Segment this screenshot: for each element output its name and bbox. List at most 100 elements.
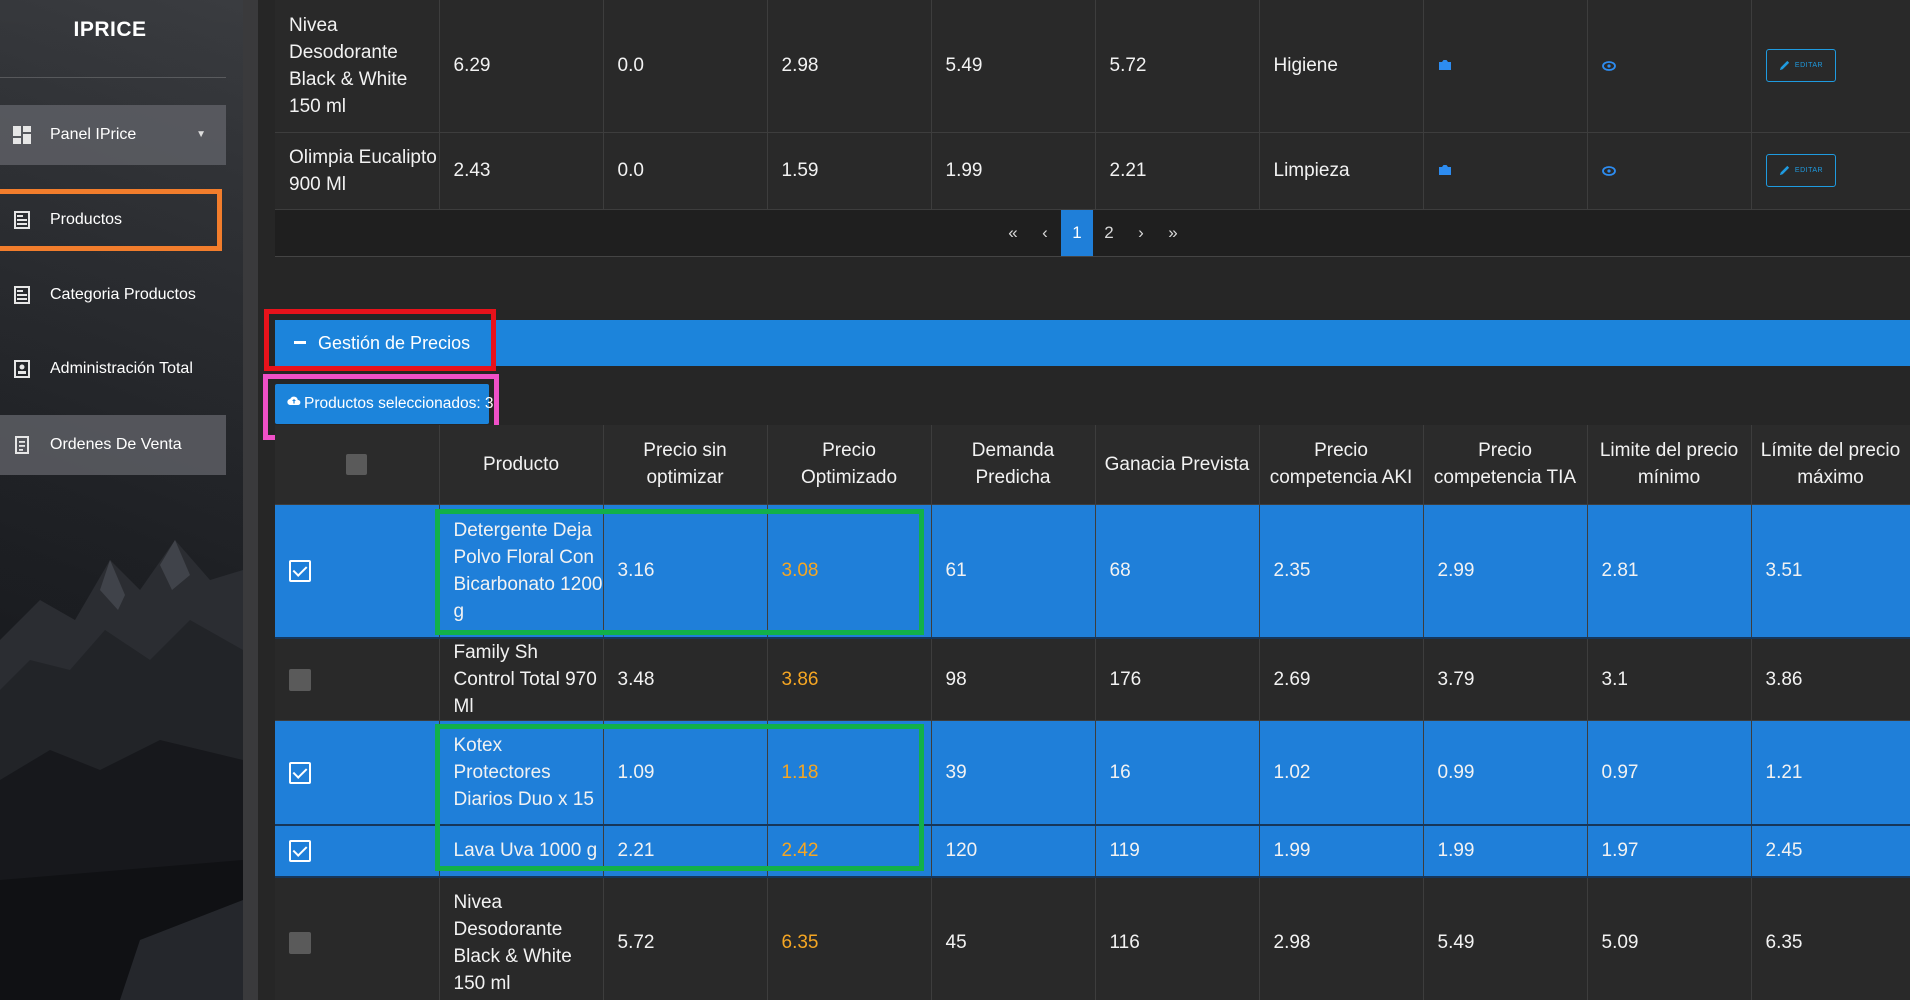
product-name: Family Sh Control Total 970 Ml <box>439 638 604 721</box>
table-cell: 3.48 <box>603 638 768 721</box>
last-page-button[interactable]: » <box>1157 210 1189 256</box>
table-cell: 3.1 <box>1587 638 1752 721</box>
table-cell: 2.43 <box>439 132 604 209</box>
sidebar-item-productos[interactable]: Productos <box>0 189 222 251</box>
table-cell: 5.09 <box>1587 876 1752 1000</box>
row-checkbox[interactable] <box>289 761 311 784</box>
select-all-checkbox[interactable] <box>346 454 368 476</box>
table-cell: 3.51 <box>1751 504 1910 638</box>
chevron-down-icon: ▼ <box>196 129 206 140</box>
table-cell: 1.21 <box>1751 720 1910 825</box>
column-header: Límite del precio máximo <box>1751 425 1910 504</box>
sidebar-item-administracion-total[interactable]: Administración Total <box>0 340 226 398</box>
table-row[interactable]: Nivea Desodorante Black & White 150 ml 5… <box>275 876 1910 1000</box>
table-cell: 2.99 <box>1423 504 1588 638</box>
column-header: Precio Optimizado <box>767 425 932 504</box>
column-header: Ganacia Prevista <box>1095 425 1260 504</box>
edit-button[interactable]: EDITAR <box>1765 154 1836 187</box>
column-header: Precio competencia AKI <box>1259 425 1424 504</box>
table-cell: 1.99 <box>931 132 1096 209</box>
first-page-button[interactable]: « <box>997 210 1029 256</box>
row-select-cell <box>275 824 440 877</box>
table-cell: 0.97 <box>1587 720 1752 825</box>
sidebar-gutter <box>243 0 258 1000</box>
pencil-icon <box>1779 165 1790 176</box>
sidebar-item-categoria-productos[interactable]: Categoria Productos <box>0 266 226 324</box>
table-cell: 3.86 <box>1751 638 1910 721</box>
edit-button-label: EDITAR <box>1794 62 1824 70</box>
table-row: Olimpia Eucalipto 900 Ml 2.43 0.0 1.59 1… <box>275 132 1910 209</box>
category-cell: Limpieza <box>1259 132 1424 209</box>
table-cell: 1.99 <box>1423 824 1588 877</box>
table-cell: 39 <box>931 720 1096 825</box>
gestion-precios-panel-header[interactable] <box>275 320 1910 366</box>
table-cell: 2.81 <box>1587 504 1752 638</box>
sidebar-item-ordenes-de-venta[interactable]: Ordenes De Venta <box>0 415 226 475</box>
edit-button[interactable]: EDITAR <box>1765 49 1836 83</box>
camera-icon[interactable] <box>1438 58 1452 75</box>
table-cell: 1.59 <box>767 132 932 209</box>
pagination: « ‹ 1 2 › » <box>997 210 1189 256</box>
camera-icon[interactable] <box>1438 163 1452 180</box>
row-checkbox[interactable] <box>289 560 311 583</box>
sidebar-item-label: Panel IPrice <box>50 126 137 143</box>
table-cell: 45 <box>931 876 1096 1000</box>
mountain-background <box>0 540 243 1000</box>
dashboard-icon <box>12 125 32 145</box>
highlight-box-green <box>435 724 924 871</box>
table-cell: 5.72 <box>603 876 768 1000</box>
image-action-cell <box>1423 0 1588 132</box>
table-row: Nivea Desodorante Black & White 150 ml 6… <box>275 0 1910 132</box>
edit-action-cell: EDITAR <box>1751 132 1910 209</box>
contact-card-icon <box>12 359 32 379</box>
table-cell: 1.99 <box>1259 824 1424 877</box>
table-cell: 116 <box>1095 876 1260 1000</box>
row-checkbox[interactable] <box>289 932 311 955</box>
column-header: Producto <box>439 425 604 504</box>
row-checkbox[interactable] <box>289 668 311 691</box>
next-page-button[interactable]: › <box>1125 210 1157 256</box>
sidebar-item-panel-iprice[interactable]: Panel IPrice ▼ <box>0 105 226 165</box>
page-button-current[interactable]: 1 <box>1061 210 1093 256</box>
table-cell: 0.0 <box>603 0 768 132</box>
products-table: Nivea Desodorante Black & White 150 ml 6… <box>275 0 1910 210</box>
column-header: Precio competencia TIA <box>1423 425 1588 504</box>
row-select-cell <box>275 876 440 1000</box>
category-cell: Higiene <box>1259 0 1424 132</box>
table-cell: 16 <box>1095 720 1260 825</box>
highlight-box-red <box>264 309 496 371</box>
table-cell: 2.45 <box>1751 824 1910 877</box>
prev-page-button[interactable]: ‹ <box>1029 210 1061 256</box>
view-action-cell <box>1587 0 1752 132</box>
pencil-icon <box>1779 61 1790 71</box>
table-cell: 176 <box>1095 638 1260 721</box>
table-cell: 6.29 <box>439 0 604 132</box>
highlight-box-green <box>435 509 924 635</box>
table-cell: 1.97 <box>1587 824 1752 877</box>
eye-icon[interactable] <box>1601 58 1616 75</box>
row-checkbox[interactable] <box>289 839 311 862</box>
table-cell: 0.0 <box>603 132 768 209</box>
table-cell: 0.99 <box>1423 720 1588 825</box>
row-select-cell <box>275 638 440 721</box>
page-button[interactable]: 2 <box>1093 210 1125 256</box>
edit-action-cell: EDITAR <box>1751 0 1910 132</box>
table-cell: 68 <box>1095 504 1260 638</box>
table-row[interactable]: Family Sh Control Total 970 Ml 3.48 3.86… <box>275 638 1910 721</box>
product-name: Nivea Desodorante Black & White 150 ml <box>439 876 604 1000</box>
optimized-price-cell: 6.35 <box>767 876 932 1000</box>
table-cell: 3.79 <box>1423 638 1588 721</box>
sidebar: IPRICE Panel IPrice ▼ Productos Categori… <box>0 0 243 1000</box>
sidebar-item-label: Productos <box>50 211 123 228</box>
view-action-cell <box>1587 132 1752 209</box>
eye-icon[interactable] <box>1601 163 1616 180</box>
optimized-price-cell: 3.86 <box>767 638 932 721</box>
table-cell: 2.69 <box>1259 638 1424 721</box>
image-action-cell <box>1423 132 1588 209</box>
app-brand[interactable]: IPRICE <box>0 18 220 42</box>
column-header: Demanda Predicha <box>931 425 1096 504</box>
sidebar-item-label: Ordenes De Venta <box>50 436 182 453</box>
table-cell: 120 <box>931 824 1096 877</box>
sidebar-item-label: Administración Total <box>50 360 193 377</box>
table-cell: 5.49 <box>1423 876 1588 1000</box>
